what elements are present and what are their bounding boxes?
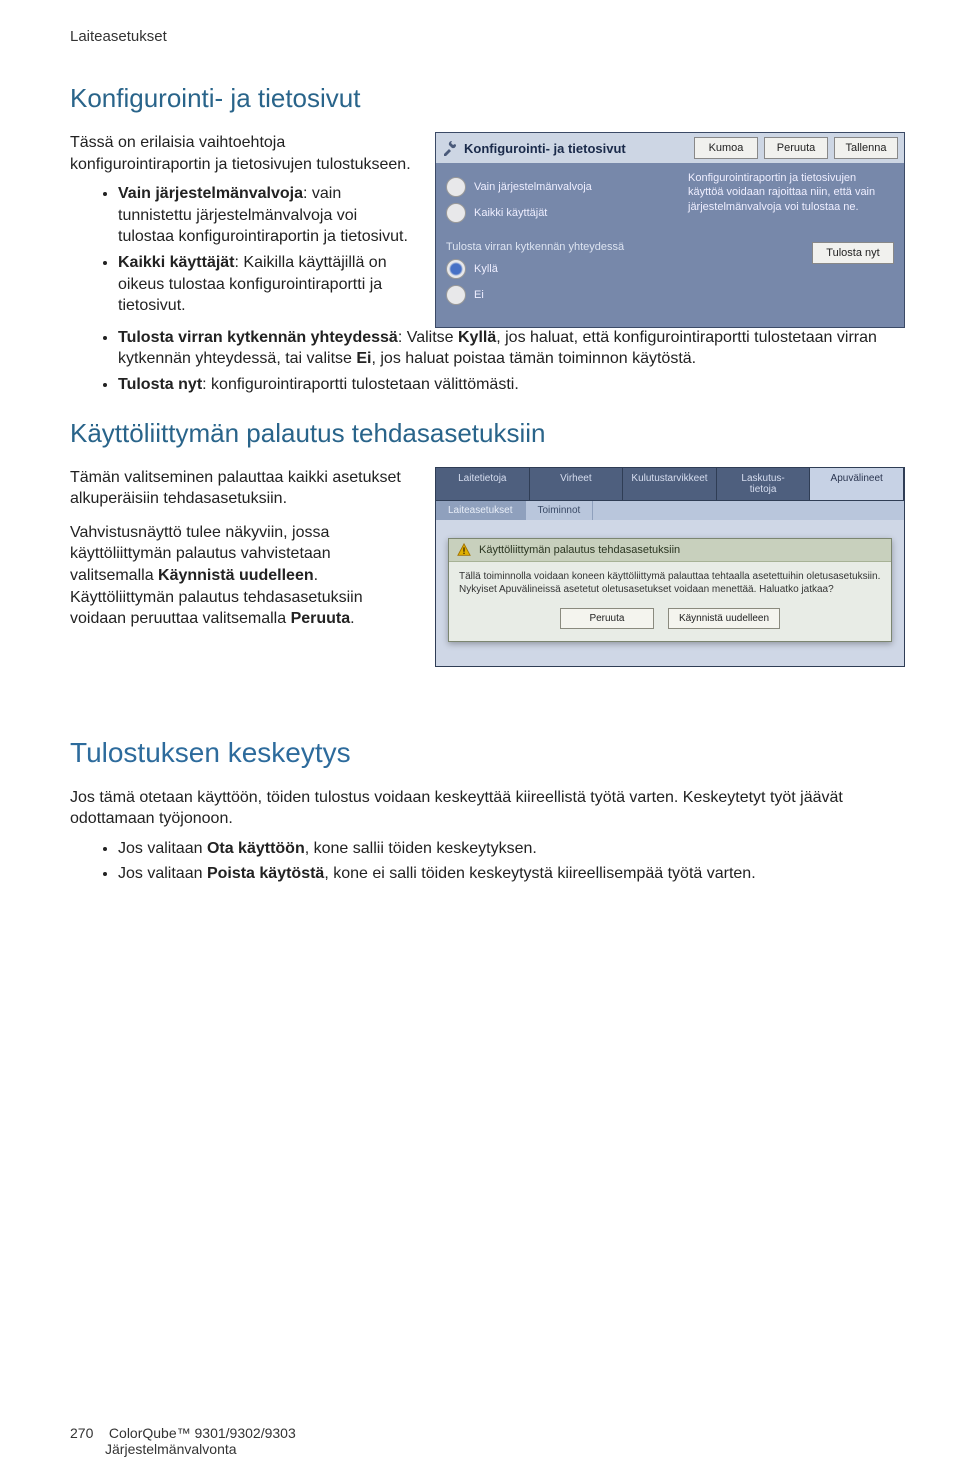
subtabs: Laiteasetukset Toiminnot [436, 501, 904, 520]
screenshot-config-info-pages: Konfigurointi- ja tietosivut Kumoa Peruu… [435, 132, 905, 328]
shot1-subhead: Tulosta virran kytkennän yhteydessä [446, 241, 676, 253]
dialog-body-text: Tällä toiminnolla voidaan koneen käyttöl… [449, 562, 891, 600]
radio-icon [446, 285, 466, 305]
section2-p2: Vahvistusnäyttö tulee näkyviin, jossa kä… [70, 522, 415, 630]
section1-intro: Tässä on erilaisia vaihtoehtoja konfigur… [70, 132, 415, 175]
section1-title: Konfigurointi- ja tietosivut [70, 83, 905, 114]
radio-yes[interactable]: Kyllä [446, 259, 676, 279]
bullet-print-on-power: Tulosta virran kytkennän yhteydessä: Val… [118, 327, 905, 370]
print-now-button[interactable]: Tulosta nyt [812, 242, 894, 264]
radio-all-users[interactable]: Kaikki käyttäjät [446, 203, 676, 223]
wrench-icon [442, 140, 458, 156]
tabs: Laitetietoja Virheet Kulutustarvikkeet L… [436, 468, 904, 501]
shot1-title: Konfigurointi- ja tietosivut [464, 141, 688, 156]
bullet-enable: Jos valitaan Ota käyttöön, kone sallii t… [118, 838, 905, 860]
save-button[interactable]: Tallenna [834, 137, 898, 159]
subtab-actions[interactable]: Toiminnot [526, 501, 594, 520]
tab-billing[interactable]: Laskutus- tietoja [717, 468, 811, 500]
bullet-disable: Jos valitaan Poista käytöstä, kone ei sa… [118, 863, 905, 885]
dialog-title-text: Käyttöliittymän palautus tehdasasetuksii… [479, 544, 680, 556]
bullet-print-now: Tulosta nyt: konfigurointiraportti tulos… [118, 374, 905, 396]
radio-icon [446, 177, 466, 197]
radio-admin-only[interactable]: Vain järjestelmänvalvoja [446, 177, 676, 197]
dialog-restart-button[interactable]: Käynnistä uudelleen [668, 608, 780, 629]
bullet-admin: Vain järjestelmänvalvoja: vain tunnistet… [118, 183, 415, 248]
undo-button[interactable]: Kumoa [694, 137, 758, 159]
tab-device-info[interactable]: Laitetietoja [436, 468, 530, 500]
radio-icon [446, 259, 466, 279]
product-name: ColorQube™ 9301/9302/9303 [109, 1425, 296, 1441]
tab-tools[interactable]: Apuvälineet [810, 468, 904, 500]
shot1-desc: Konfigurointiraportin ja tietosivujen kä… [688, 171, 894, 214]
breadcrumb: Laiteasetukset [70, 28, 905, 45]
radio-no[interactable]: Ei [446, 285, 676, 305]
page-number: 270 [70, 1425, 93, 1441]
page-footer: 270 ColorQube™ 9301/9302/9303 Järjestelm… [70, 1425, 296, 1457]
dialog-cancel-button[interactable]: Peruuta [560, 608, 654, 629]
doc-name: Järjestelmänvalvonta [105, 1441, 237, 1457]
section2-p1: Tämän valitseminen palauttaa kaikki aset… [70, 467, 415, 510]
section2-title: Käyttöliittymän palautus tehdasasetuksii… [70, 418, 905, 449]
bullet-allusers: Kaikki käyttäjät: Kaikilla käyttäjillä o… [118, 252, 415, 317]
confirm-dialog: Käyttöliittymän palautus tehdasasetuksii… [448, 538, 892, 642]
section3-title: Tulostuksen keskeytys [70, 737, 905, 769]
cancel-button[interactable]: Peruuta [764, 137, 828, 159]
section3-p1: Jos tämä otetaan käyttöön, töiden tulost… [70, 787, 905, 830]
radio-icon [446, 203, 466, 223]
tab-supplies[interactable]: Kulutustarvikkeet [623, 468, 717, 500]
screenshot-reset-ui: Laitetietoja Virheet Kulutustarvikkeet L… [435, 467, 905, 667]
warning-icon [457, 543, 471, 557]
tab-errors[interactable]: Virheet [530, 468, 624, 500]
subtab-device-settings[interactable]: Laiteasetukset [436, 501, 526, 520]
